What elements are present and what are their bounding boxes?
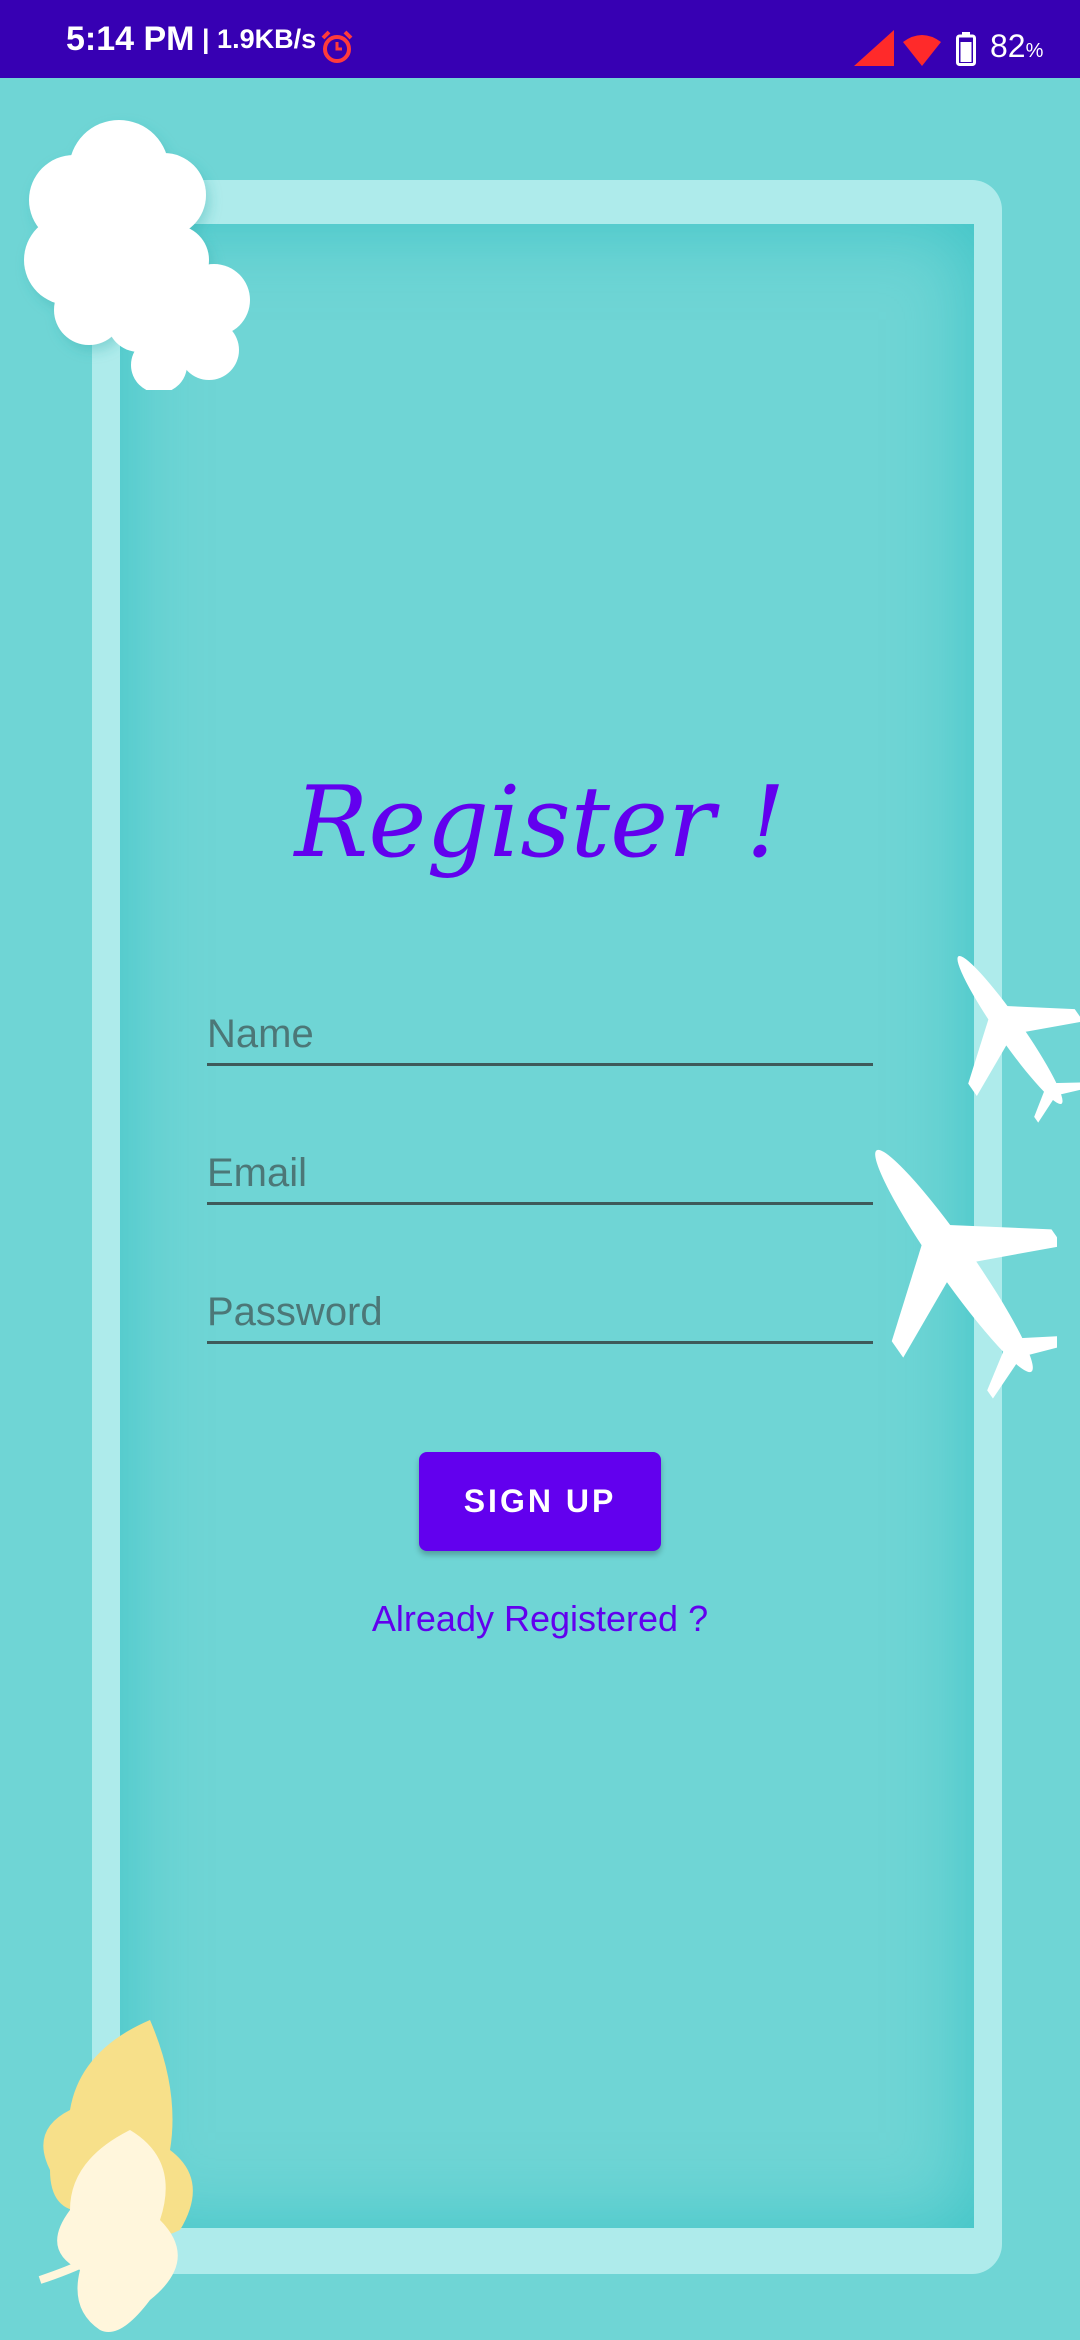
- sign-up-button[interactable]: SIGN UP: [419, 1452, 661, 1551]
- airplane-icon: [957, 955, 1080, 1123]
- cloud-icon: [24, 120, 250, 390]
- battery-percent: 82: [990, 28, 1026, 64]
- wifi-icon: [903, 35, 941, 66]
- status-bar: 5:14 PM | 1.9KB/s 82%: [0, 0, 1080, 78]
- network-speed: | 1.9KB/s: [202, 24, 317, 54]
- battery-icon: [956, 32, 976, 66]
- airplane-icon: [875, 1149, 1057, 1399]
- password-field[interactable]: [207, 1284, 873, 1344]
- frame-inner-panel: [120, 224, 974, 2228]
- leaves-icon: [38, 2020, 193, 2332]
- battery-unit: %: [1025, 40, 1044, 62]
- already-registered-link[interactable]: Already Registered ?: [200, 1597, 880, 1640]
- status-time: 5:14 PM: [66, 20, 195, 58]
- cellular-signal-icon: [854, 30, 894, 66]
- page-title: Register !: [294, 766, 786, 880]
- name-field[interactable]: [207, 1006, 873, 1066]
- email-field[interactable]: [207, 1145, 873, 1205]
- battery-level: 82%: [990, 30, 1043, 62]
- alarm-clock-icon: [321, 30, 353, 63]
